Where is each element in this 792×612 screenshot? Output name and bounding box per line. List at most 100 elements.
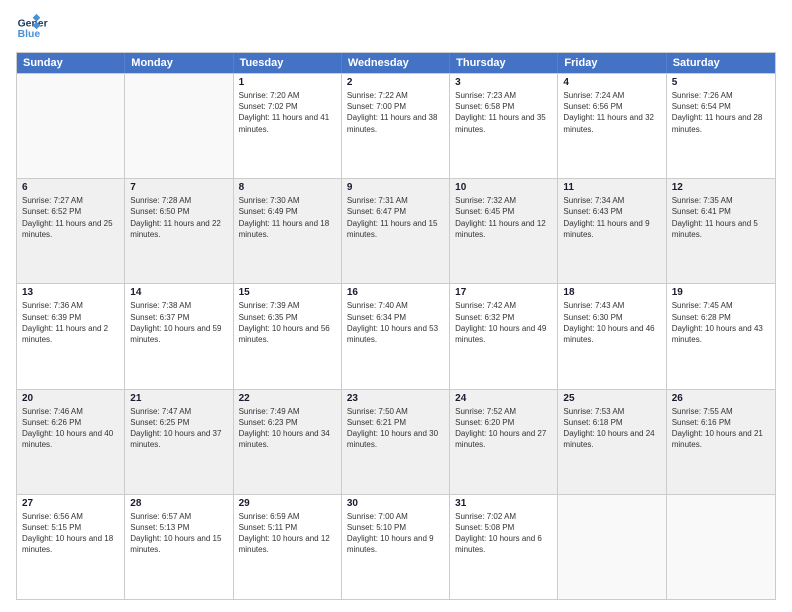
calendar-cell: 7 Sunrise: 7:28 AM Sunset: 6:50 PM Daylig… <box>125 179 233 283</box>
day-info: Sunrise: 7:50 AM Sunset: 6:21 PM Dayligh… <box>347 406 444 451</box>
calendar-cell: 3Sunrise: 7:23 AM Sunset: 6:58 PM Daylig… <box>450 74 558 178</box>
day-info: Sunrise: 7:20 AM Sunset: 7:02 PM Dayligh… <box>239 90 336 135</box>
day-number: 23 <box>347 393 444 404</box>
day-number: 26 <box>672 393 770 404</box>
header-day-monday: Monday <box>125 53 233 73</box>
header-day-friday: Friday <box>558 53 666 73</box>
day-info: Sunrise: 7:32 AM Sunset: 6:45 PM Dayligh… <box>455 195 552 240</box>
calendar-cell: 27 Sunrise: 6:56 AM Sunset: 5:15 PM Dayli… <box>17 495 125 599</box>
calendar-row-1: 1 Sunrise: 7:20 AM Sunset: 7:02 PM Daylig… <box>17 73 775 178</box>
calendar-cell: 9Sunrise: 7:31 AM Sunset: 6:47 PM Daylig… <box>342 179 450 283</box>
day-number: 18 <box>563 287 660 298</box>
day-number: 6 <box>22 182 119 193</box>
calendar-header: SundayMondayTuesdayWednesdayThursdayFrid… <box>17 53 775 73</box>
day-number: 19 <box>672 287 770 298</box>
day-number: 7 <box>130 182 227 193</box>
calendar-cell: 6 Sunrise: 7:27 AM Sunset: 6:52 PM Daylig… <box>17 179 125 283</box>
header-day-wednesday: Wednesday <box>342 53 450 73</box>
day-number: 13 <box>22 287 119 298</box>
day-info: Sunrise: 7:39 AM Sunset: 6:35 PM Dayligh… <box>239 300 336 345</box>
day-number: 5 <box>672 77 770 88</box>
day-info: Sunrise: 6:57 AM Sunset: 5:13 PM Dayligh… <box>130 511 227 556</box>
calendar-cell: 23 Sunrise: 7:50 AM Sunset: 6:21 PM Dayli… <box>342 390 450 494</box>
day-info: Sunrise: 7:43 AM Sunset: 6:30 PM Dayligh… <box>563 300 660 345</box>
header-day-thursday: Thursday <box>450 53 558 73</box>
svg-text:General: General <box>18 18 48 29</box>
day-info: Sunrise: 7:36 AM Sunset: 6:39 PM Dayligh… <box>22 300 119 345</box>
calendar-cell: 31 Sunrise: 7:02 AM Sunset: 5:08 PM Dayli… <box>450 495 558 599</box>
day-info: Sunrise: 7:26 AM Sunset: 6:54 PM Dayligh… <box>672 90 770 135</box>
page-header: General Blue <box>16 12 776 44</box>
day-number: 11 <box>563 182 660 193</box>
day-number: 27 <box>22 498 119 509</box>
day-number: 1 <box>239 77 336 88</box>
day-number: 15 <box>239 287 336 298</box>
day-info: Sunrise: 7:31 AM Sunset: 6:47 PM Dayligh… <box>347 195 444 240</box>
day-info: Sunrise: 7:00 AM Sunset: 5:10 PM Dayligh… <box>347 511 444 556</box>
day-number: 30 <box>347 498 444 509</box>
calendar-cell <box>667 495 775 599</box>
calendar-cell: 21Sunrise: 7:47 AM Sunset: 6:25 PM Dayli… <box>125 390 233 494</box>
header-day-sunday: Sunday <box>17 53 125 73</box>
day-info: Sunrise: 6:59 AM Sunset: 5:11 PM Dayligh… <box>239 511 336 556</box>
calendar-cell: 17Sunrise: 7:42 AM Sunset: 6:32 PM Dayli… <box>450 284 558 388</box>
day-number: 16 <box>347 287 444 298</box>
day-number: 12 <box>672 182 770 193</box>
calendar-cell: 29 Sunrise: 6:59 AM Sunset: 5:11 PM Dayli… <box>234 495 342 599</box>
day-info: Sunrise: 6:56 AM Sunset: 5:15 PM Dayligh… <box>22 511 119 556</box>
day-number: 31 <box>455 498 552 509</box>
calendar-row-2: 6 Sunrise: 7:27 AM Sunset: 6:52 PM Daylig… <box>17 178 775 283</box>
calendar-row-4: 20Sunrise: 7:46 AM Sunset: 6:26 PM Dayli… <box>17 389 775 494</box>
calendar-cell: 10 Sunrise: 7:32 AM Sunset: 6:45 PM Dayli… <box>450 179 558 283</box>
calendar-cell: 8 Sunrise: 7:30 AM Sunset: 6:49 PM Daylig… <box>234 179 342 283</box>
header-day-tuesday: Tuesday <box>234 53 342 73</box>
day-number: 20 <box>22 393 119 404</box>
day-number: 29 <box>239 498 336 509</box>
day-number: 28 <box>130 498 227 509</box>
calendar-cell <box>17 74 125 178</box>
day-info: Sunrise: 7:49 AM Sunset: 6:23 PM Dayligh… <box>239 406 336 451</box>
calendar-cell: 28 Sunrise: 6:57 AM Sunset: 5:13 PM Dayli… <box>125 495 233 599</box>
day-info: Sunrise: 7:53 AM Sunset: 6:18 PM Dayligh… <box>563 406 660 451</box>
day-info: Sunrise: 7:28 AM Sunset: 6:50 PM Dayligh… <box>130 195 227 240</box>
day-info: Sunrise: 7:27 AM Sunset: 6:52 PM Dayligh… <box>22 195 119 240</box>
day-info: Sunrise: 7:40 AM Sunset: 6:34 PM Dayligh… <box>347 300 444 345</box>
calendar-cell: 13 Sunrise: 7:36 AM Sunset: 6:39 PM Dayli… <box>17 284 125 388</box>
calendar-grid: SundayMondayTuesdayWednesdayThursdayFrid… <box>16 52 776 600</box>
day-info: Sunrise: 7:35 AM Sunset: 6:41 PM Dayligh… <box>672 195 770 240</box>
calendar-cell: 5 Sunrise: 7:26 AM Sunset: 6:54 PM Daylig… <box>667 74 775 178</box>
calendar-cell: 25Sunrise: 7:53 AM Sunset: 6:18 PM Dayli… <box>558 390 666 494</box>
calendar-cell: 4 Sunrise: 7:24 AM Sunset: 6:56 PM Daylig… <box>558 74 666 178</box>
day-info: Sunrise: 7:34 AM Sunset: 6:43 PM Dayligh… <box>563 195 660 240</box>
calendar-page: General Blue SundayMondayTuesdayWednesda… <box>0 0 792 612</box>
calendar-cell: 14Sunrise: 7:38 AM Sunset: 6:37 PM Dayli… <box>125 284 233 388</box>
day-info: Sunrise: 7:02 AM Sunset: 5:08 PM Dayligh… <box>455 511 552 556</box>
day-number: 24 <box>455 393 552 404</box>
calendar-cell: 18 Sunrise: 7:43 AM Sunset: 6:30 PM Dayli… <box>558 284 666 388</box>
day-info: Sunrise: 7:30 AM Sunset: 6:49 PM Dayligh… <box>239 195 336 240</box>
day-number: 4 <box>563 77 660 88</box>
calendar-body: 1 Sunrise: 7:20 AM Sunset: 7:02 PM Daylig… <box>17 73 775 599</box>
svg-text:Blue: Blue <box>18 29 41 40</box>
calendar-cell <box>558 495 666 599</box>
header-day-saturday: Saturday <box>667 53 775 73</box>
day-number: 8 <box>239 182 336 193</box>
calendar-cell: 11 Sunrise: 7:34 AM Sunset: 6:43 PM Dayli… <box>558 179 666 283</box>
calendar-cell: 26Sunrise: 7:55 AM Sunset: 6:16 PM Dayli… <box>667 390 775 494</box>
day-number: 22 <box>239 393 336 404</box>
day-info: Sunrise: 7:52 AM Sunset: 6:20 PM Dayligh… <box>455 406 552 451</box>
calendar-cell: 22 Sunrise: 7:49 AM Sunset: 6:23 PM Dayli… <box>234 390 342 494</box>
logo-icon: General Blue <box>16 12 48 44</box>
day-info: Sunrise: 7:23 AM Sunset: 6:58 PM Dayligh… <box>455 90 552 135</box>
calendar-cell <box>125 74 233 178</box>
calendar-cell: 16 Sunrise: 7:40 AM Sunset: 6:34 PM Dayli… <box>342 284 450 388</box>
day-info: Sunrise: 7:45 AM Sunset: 6:28 PM Dayligh… <box>672 300 770 345</box>
calendar-cell: 12 Sunrise: 7:35 AM Sunset: 6:41 PM Dayli… <box>667 179 775 283</box>
day-info: Sunrise: 7:42 AM Sunset: 6:32 PM Dayligh… <box>455 300 552 345</box>
calendar-cell: 19 Sunrise: 7:45 AM Sunset: 6:28 PM Dayli… <box>667 284 775 388</box>
calendar-cell: 15 Sunrise: 7:39 AM Sunset: 6:35 PM Dayli… <box>234 284 342 388</box>
calendar-row-5: 27 Sunrise: 6:56 AM Sunset: 5:15 PM Dayli… <box>17 494 775 599</box>
day-info: Sunrise: 7:24 AM Sunset: 6:56 PM Dayligh… <box>563 90 660 135</box>
day-number: 10 <box>455 182 552 193</box>
day-info: Sunrise: 7:22 AM Sunset: 7:00 PM Dayligh… <box>347 90 444 135</box>
